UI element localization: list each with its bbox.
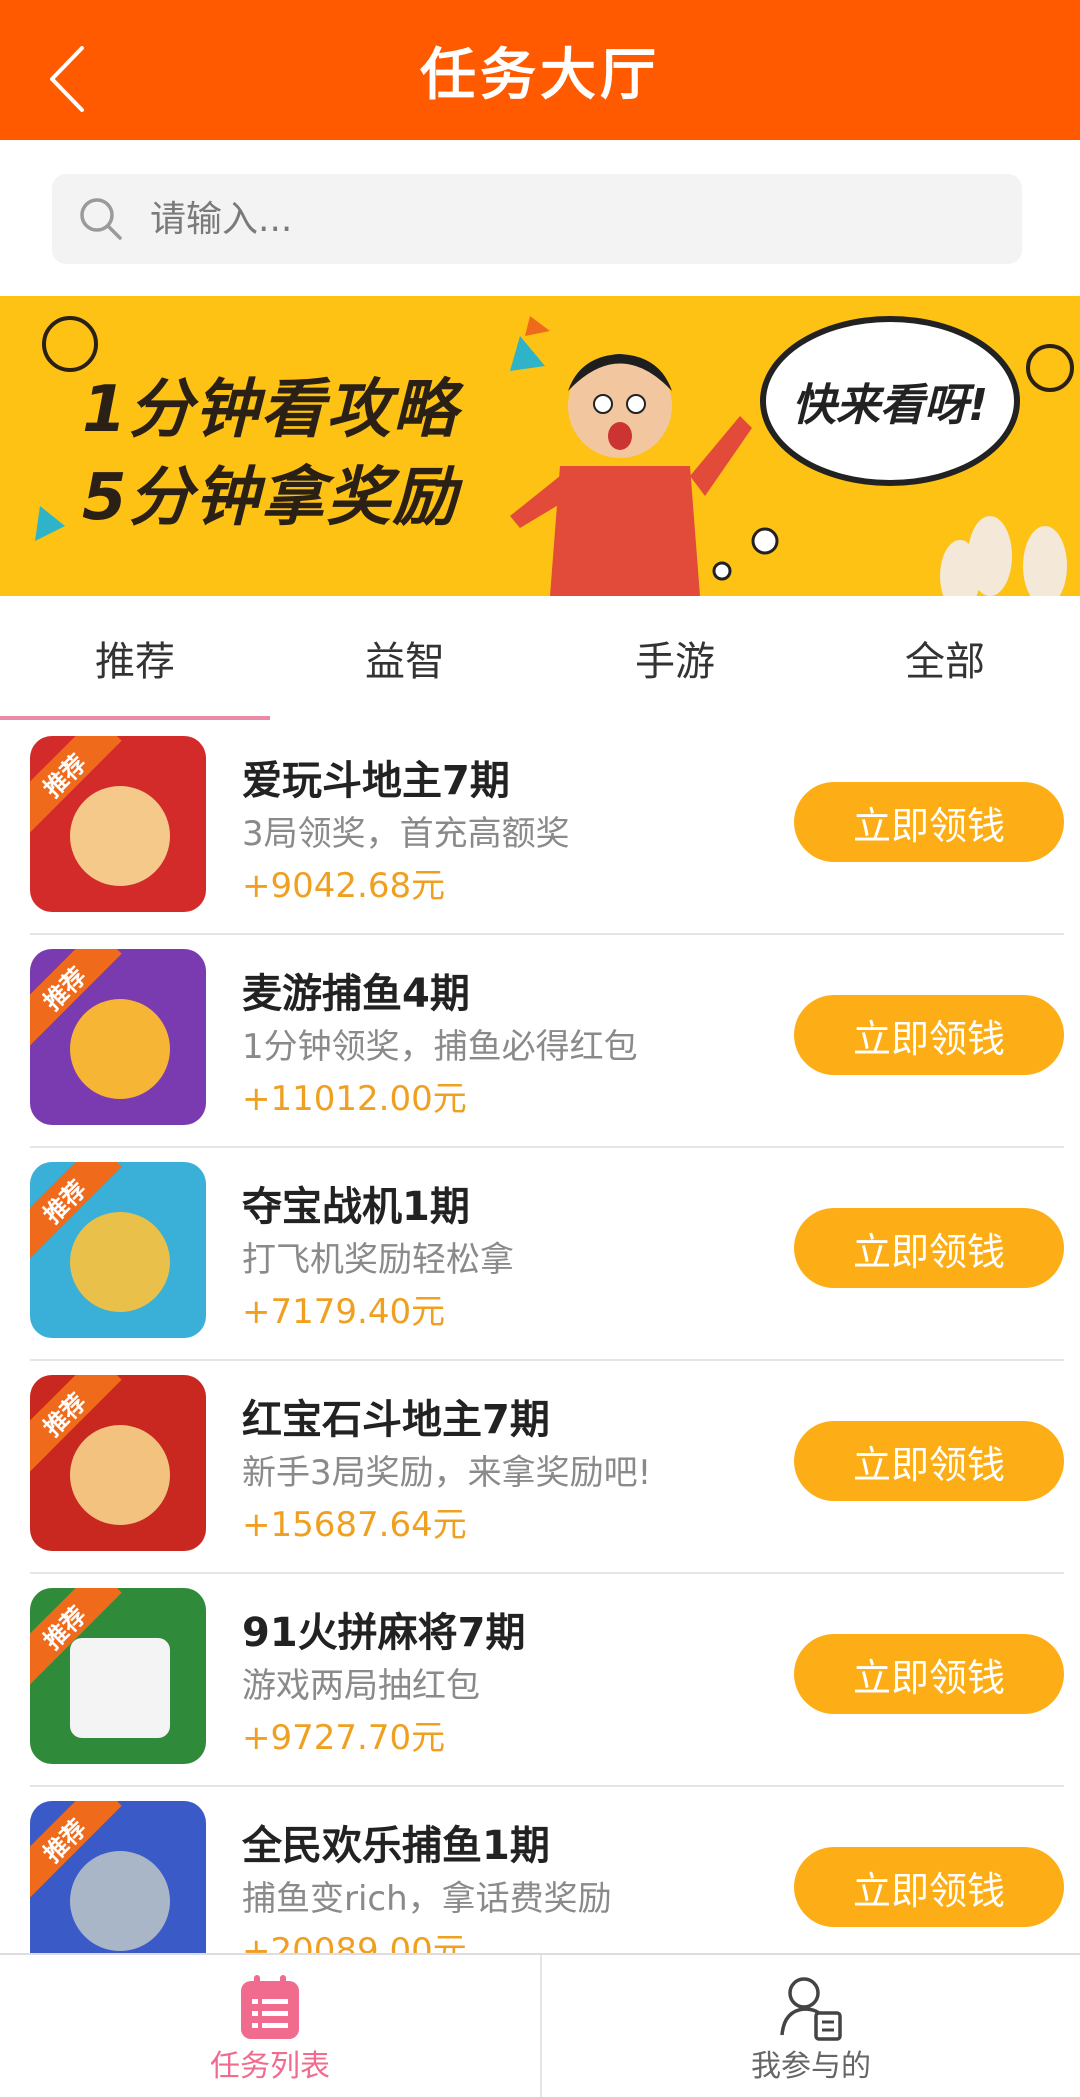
game-icon-art (70, 999, 170, 1099)
banner-speech-bubble: 快来看呀! (760, 316, 1020, 486)
tab-puzzle[interactable]: 益智 (270, 596, 540, 720)
chevron-left-icon (50, 46, 84, 112)
claim-money-button[interactable]: 立即领钱 (794, 782, 1064, 862)
back-button[interactable] (44, 44, 104, 124)
game-icon: 推荐 (30, 736, 206, 912)
task-name: 夺宝战机1期 (242, 1184, 470, 1230)
task-name: 全民欢乐捕鱼1期 (242, 1823, 550, 1869)
claim-money-button[interactable]: 立即领钱 (794, 1634, 1064, 1714)
game-icon: 推荐 (30, 1588, 206, 1764)
task-row[interactable]: 推荐 红宝石斗地主7期 新手3局奖励，来拿奖励吧! +15687.64元 立即领… (0, 1361, 1080, 1574)
task-list-icon (241, 1975, 299, 2039)
claim-money-button[interactable]: 立即领钱 (794, 1847, 1064, 1927)
task-row[interactable]: 推荐 91火拼麻将7期 游戏两局抽红包 +9727.70元 立即领钱 (0, 1574, 1080, 1787)
game-icon: 推荐 (30, 1375, 206, 1551)
active-tab-indicator (0, 716, 270, 720)
game-icon-art (70, 786, 170, 886)
nav-my-participation[interactable]: 我参与的 (540, 1955, 1080, 2097)
game-icon-art (70, 1638, 170, 1738)
nav-task-list[interactable]: 任务列表 (0, 1955, 540, 2097)
bottom-navigation: 任务列表 我参与的 (0, 1953, 1080, 2097)
task-reward: +7179.40元 (242, 1292, 446, 1332)
task-row[interactable]: 推荐 爱玩斗地主7期 3局领奖，首充高额奖 +9042.68元 立即领钱 (0, 722, 1080, 935)
task-hall-page: 任务大厅 1分钟看攻略 5 (0, 0, 1080, 2097)
task-name: 91火拼麻将7期 (242, 1610, 526, 1656)
nav-my-participation-label: 我参与的 (751, 2049, 871, 2084)
game-icon-art (70, 1425, 170, 1525)
game-icon-art (70, 1851, 170, 1951)
header-bar: 任务大厅 (0, 0, 1080, 140)
task-name: 红宝石斗地主7期 (242, 1397, 550, 1443)
nav-task-list-label: 任务列表 (210, 2049, 330, 2084)
task-name: 麦游捕鱼4期 (242, 971, 470, 1017)
task-description: 3局领奖，首充高额奖 (242, 814, 570, 854)
task-reward: +9727.70元 (242, 1718, 446, 1758)
game-icon: 推荐 (30, 1162, 206, 1338)
game-icon-art (70, 1212, 170, 1312)
task-row[interactable]: 推荐 麦游捕鱼4期 1分钟领奖，捕鱼必得红包 +11012.00元 立即领钱 (0, 935, 1080, 1148)
task-row[interactable]: 推荐 夺宝战机1期 打飞机奖励轻松拿 +7179.40元 立即领钱 (0, 1148, 1080, 1361)
search-input[interactable] (150, 198, 970, 240)
promo-banner[interactable]: 1分钟看攻略 5分钟拿奖励 快来看呀! (0, 296, 1080, 596)
claim-money-button[interactable]: 立即领钱 (794, 1421, 1064, 1501)
claim-money-button[interactable]: 立即领钱 (794, 995, 1064, 1075)
task-description: 新手3局奖励，来拿奖励吧! (242, 1453, 652, 1493)
task-reward: +15687.64元 (242, 1505, 467, 1545)
task-list: 推荐 爱玩斗地主7期 3局领奖，首充高额奖 +9042.68元 立即领钱 推荐 … (0, 722, 1080, 2000)
tab-all[interactable]: 全部 (810, 596, 1080, 720)
user-document-icon (780, 1977, 842, 2041)
game-icon: 推荐 (30, 1801, 206, 1977)
search-bar[interactable] (52, 174, 1022, 264)
category-tabs: 推荐 益智 手游 全部 (0, 596, 1080, 720)
tab-recommended[interactable]: 推荐 (0, 596, 270, 720)
task-reward: +9042.68元 (242, 866, 446, 906)
banner-headline-1: 1分钟看攻略 (82, 373, 459, 447)
tab-mobile-games[interactable]: 手游 (540, 596, 810, 720)
claim-money-button[interactable]: 立即领钱 (794, 1208, 1064, 1288)
search-icon (80, 198, 122, 240)
task-description: 打飞机奖励轻松拿 (242, 1240, 514, 1280)
task-description: 1分钟领奖，捕鱼必得红包 (242, 1027, 638, 1067)
banner-headline-2: 5分钟拿奖励 (82, 461, 459, 535)
task-description: 游戏两局抽红包 (242, 1666, 480, 1706)
game-icon: 推荐 (30, 949, 206, 1125)
task-name: 爱玩斗地主7期 (242, 758, 510, 804)
task-description: 捕鱼变rich，拿话费奖励 (242, 1879, 612, 1919)
task-reward: +11012.00元 (242, 1079, 467, 1119)
banner-bubble-text: 快来看呀! (791, 380, 989, 431)
page-title: 任务大厅 (420, 42, 660, 108)
